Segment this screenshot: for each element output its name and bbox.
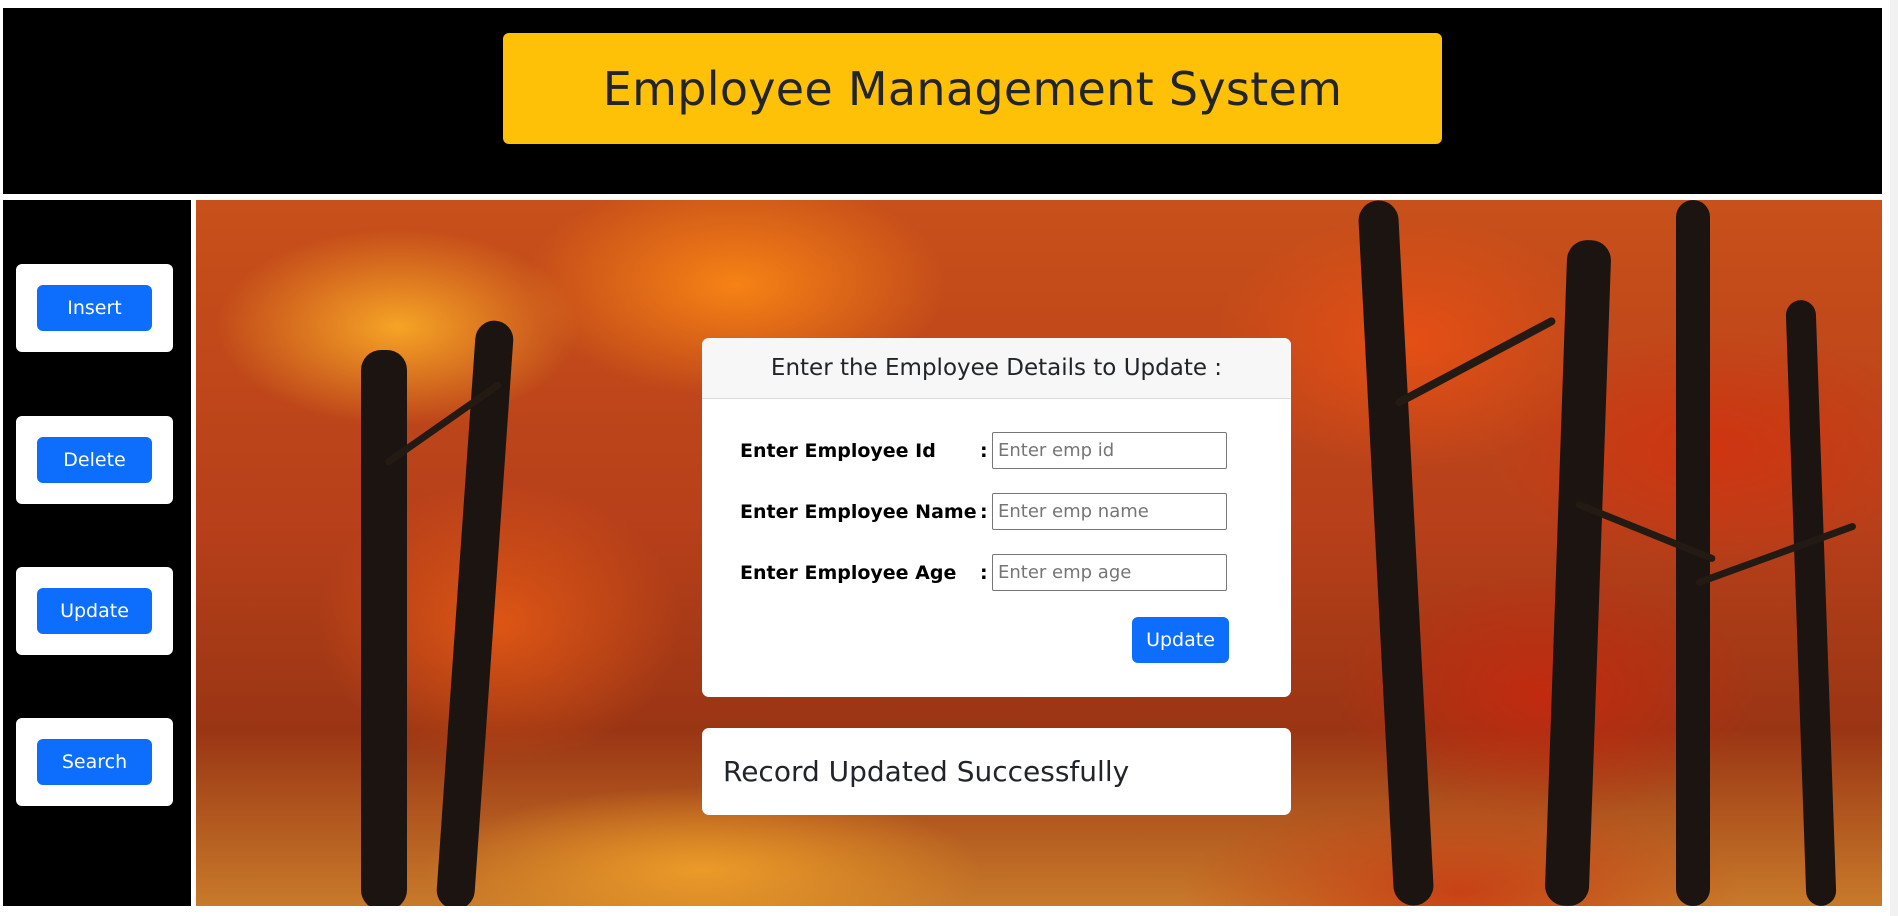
app-header: Employee Management System <box>3 8 1882 194</box>
field-colon: : <box>980 561 988 584</box>
employee-id-label: Enter Employee Id <box>740 439 936 462</box>
field-colon: : <box>980 500 988 523</box>
sidebar-card-update: Update <box>16 567 173 655</box>
sidebar-card-delete: Delete <box>16 416 173 504</box>
page-title: Employee Management System <box>602 61 1343 116</box>
employee-age-input[interactable] <box>992 554 1227 591</box>
tree-trunk <box>361 350 407 906</box>
insert-button[interactable]: Insert <box>37 285 152 331</box>
form-heading: Enter the Employee Details to Update : <box>702 338 1291 399</box>
employee-id-input[interactable] <box>992 432 1227 469</box>
update-form-card: Enter the Employee Details to Update : E… <box>702 338 1291 697</box>
tree-branch <box>1394 315 1557 408</box>
tree-trunk <box>435 319 515 906</box>
employee-name-input[interactable] <box>992 493 1227 530</box>
status-message-card: Record Updated Successfully <box>702 728 1291 815</box>
sidebar-card-search: Search <box>16 718 173 806</box>
update-submit-button[interactable]: Update <box>1132 617 1229 663</box>
employee-name-row: Enter Employee Name : <box>740 493 1227 530</box>
sidebar-card-insert: Insert <box>16 264 173 352</box>
tree-trunk <box>1785 299 1837 906</box>
title-banner: Employee Management System <box>503 33 1442 144</box>
employee-id-row: Enter Employee Id : <box>740 432 1227 469</box>
employee-age-label: Enter Employee Age <box>740 561 957 584</box>
tree-trunk <box>1357 200 1435 906</box>
scrollbar-track[interactable] <box>1890 0 1898 916</box>
delete-button[interactable]: Delete <box>37 437 152 483</box>
tree-trunk <box>1544 239 1612 906</box>
search-button[interactable]: Search <box>37 739 152 785</box>
update-nav-button[interactable]: Update <box>37 588 152 634</box>
sidebar: Insert Delete Update Search <box>3 200 191 906</box>
status-message: Record Updated Successfully <box>723 755 1130 788</box>
employee-name-label: Enter Employee Name <box>740 500 977 523</box>
field-colon: : <box>980 439 988 462</box>
employee-age-row: Enter Employee Age : <box>740 554 1227 591</box>
tree-branch <box>1694 522 1857 587</box>
